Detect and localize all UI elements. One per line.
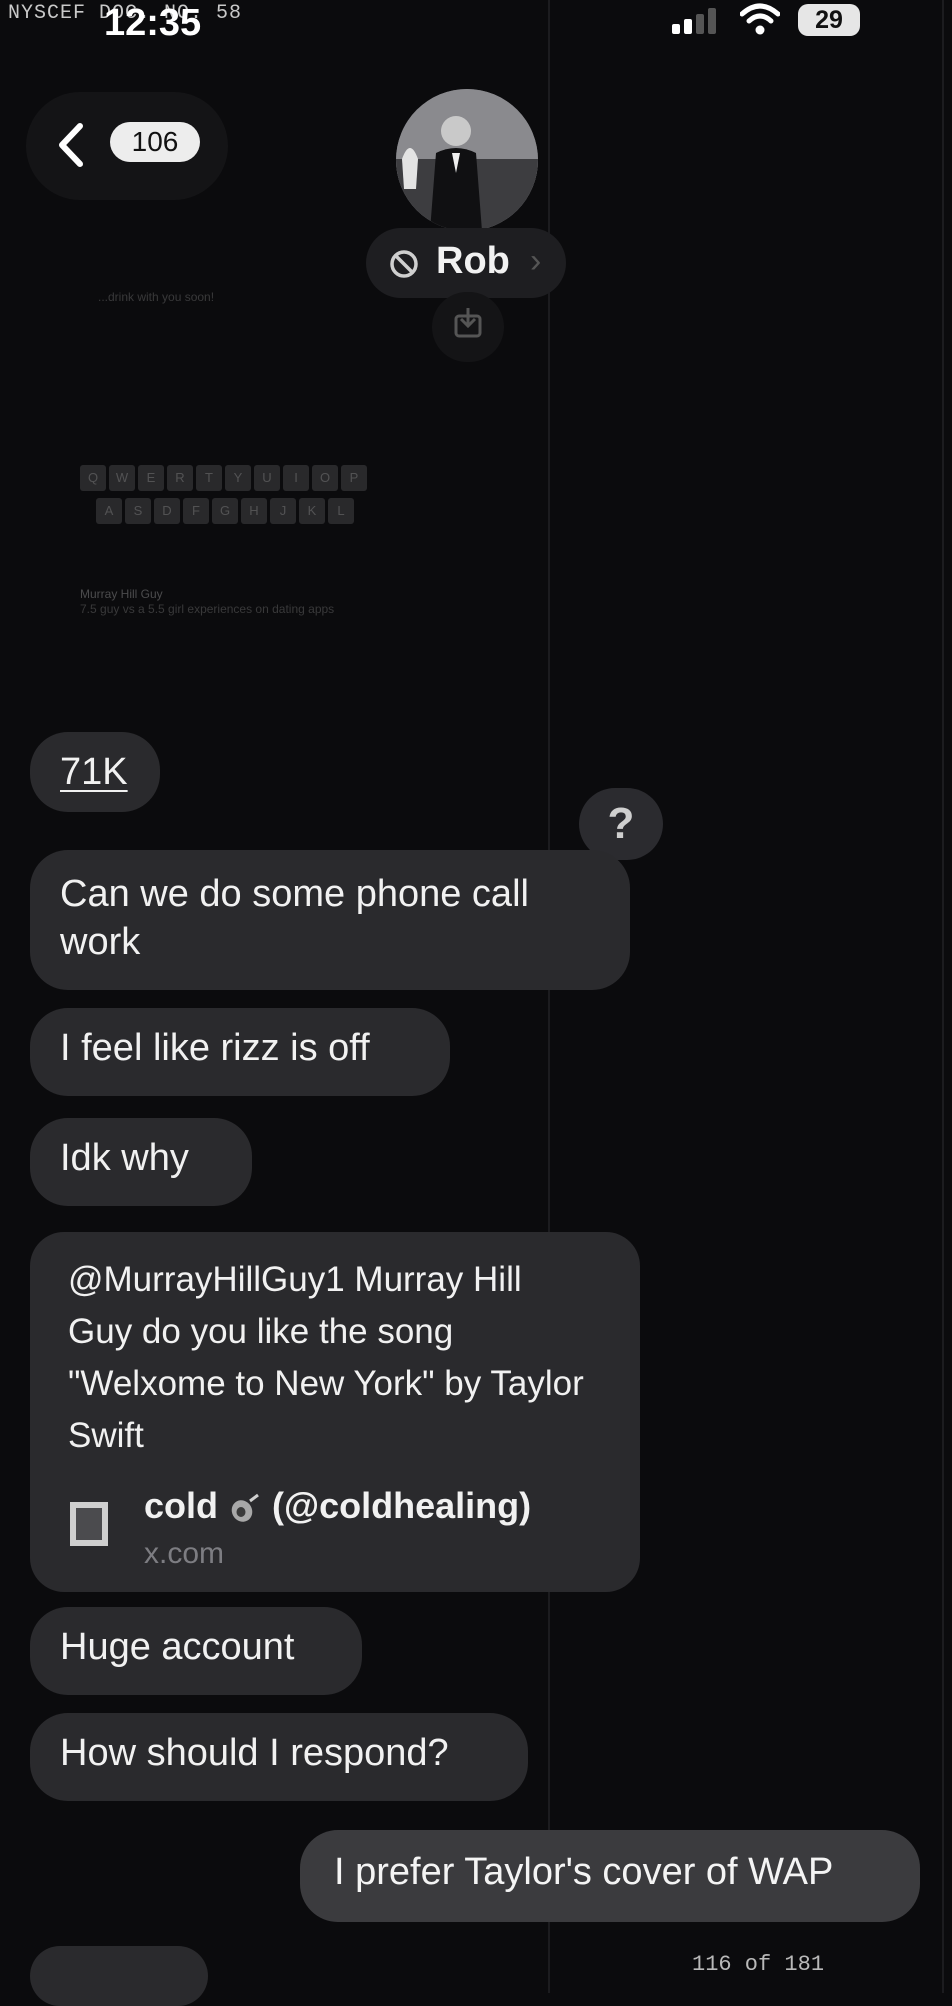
chevron-right-icon: › bbox=[530, 242, 542, 280]
unread-count-badge: 106 bbox=[110, 122, 200, 162]
chevron-left-icon bbox=[59, 123, 83, 167]
keyboard-key: L bbox=[328, 498, 354, 524]
preview-post-text: 7.5 guy vs a 5.5 girl experiences on dat… bbox=[80, 602, 335, 616]
contact-name: Rob bbox=[436, 240, 510, 282]
preview-post-author: Murray Hill Guy bbox=[80, 587, 163, 601]
message-bubble-incoming[interactable]: 71K bbox=[30, 732, 160, 812]
scan-stripe bbox=[942, 0, 944, 1993]
keyboard-key: J bbox=[270, 498, 296, 524]
preview-keyboard-row: Q W E R T Y U I O P bbox=[80, 465, 367, 491]
message-bubble-outgoing[interactable]: I prefer Taylor's cover of WAP bbox=[300, 1830, 920, 1922]
message-bubble-incoming[interactable]: How should I respond? bbox=[30, 1713, 528, 1801]
keyboard-key: W bbox=[109, 465, 135, 491]
status-bar: NYSCEF DOC. NO. 58 12:35 29 bbox=[0, 0, 952, 44]
status-time: 12:35 bbox=[104, 2, 202, 44]
message-bubble-partial[interactable] bbox=[30, 1946, 208, 2006]
message-bubble-incoming[interactable]: Idk why bbox=[30, 1118, 252, 1206]
keyboard-key: H bbox=[241, 498, 267, 524]
share-icon bbox=[454, 308, 482, 338]
keyboard-key: Q bbox=[80, 465, 106, 491]
battery-indicator: 29 bbox=[798, 4, 860, 36]
keyboard-key: A bbox=[96, 498, 122, 524]
keyboard-key: K bbox=[299, 498, 325, 524]
keyboard-key: T bbox=[196, 465, 222, 491]
link-thumbnail-icon bbox=[70, 1502, 108, 1546]
keyboard-key: O bbox=[312, 465, 338, 491]
keyboard-key: D bbox=[154, 498, 180, 524]
keyboard-key: Y bbox=[225, 465, 251, 491]
message-text: 71K bbox=[60, 751, 128, 793]
blocked-icon bbox=[390, 250, 418, 278]
message-text: Huge account bbox=[60, 1626, 295, 1668]
signal-icon bbox=[672, 8, 716, 34]
keyboard-key: S bbox=[125, 498, 151, 524]
message-text: I feel like rizz is off bbox=[60, 1027, 370, 1069]
link-author-name: cold bbox=[144, 1485, 219, 1526]
keyboard-key: R bbox=[167, 465, 193, 491]
link-author-handle: (@coldhealing) bbox=[272, 1485, 532, 1526]
message-text: I prefer Taylor's cover of WAP bbox=[334, 1851, 834, 1893]
link-title: cold (@coldhealing) bbox=[144, 1482, 531, 1530]
keyboard-key: P bbox=[341, 465, 367, 491]
message-bubble-incoming[interactable]: I feel like rizz is off bbox=[30, 1008, 450, 1096]
message-text: Idk why bbox=[60, 1137, 189, 1179]
message-bubble-incoming[interactable]: Can we do some phone call work bbox=[30, 850, 630, 990]
preview-text: ...drink with you soon! bbox=[98, 290, 215, 304]
link-preview[interactable]: cold (@coldhealing) x.com bbox=[30, 1482, 590, 1572]
page-stamp: 116 of 181 bbox=[692, 1952, 825, 1977]
keyboard-key: E bbox=[138, 465, 164, 491]
contact-avatar[interactable] bbox=[396, 89, 538, 231]
avocado-emoji-icon bbox=[231, 1494, 259, 1523]
message-bubble-link-preview[interactable]: @MurrayHillGuy1 Murray Hill Guy do you l… bbox=[30, 1232, 640, 1592]
scan-stripe bbox=[548, 0, 550, 1993]
contact-name-button[interactable]: Rob › bbox=[366, 228, 566, 298]
preview-keyboard-row: A S D F G H J K L bbox=[96, 498, 354, 524]
keyboard-key: U bbox=[254, 465, 280, 491]
link-domain: x.com bbox=[144, 1537, 225, 1570]
keyboard-key: F bbox=[183, 498, 209, 524]
avatar-photo bbox=[396, 89, 538, 231]
message-text: @MurrayHillGuy1 Murray Hill Guy do you l… bbox=[68, 1260, 584, 1455]
message-text: Can we do some phone call work bbox=[60, 873, 529, 963]
message-text: How should I respond? bbox=[60, 1732, 449, 1774]
message-bubble-incoming[interactable]: Huge account bbox=[30, 1607, 362, 1695]
share-screenshot-button[interactable] bbox=[432, 292, 504, 362]
keyboard-key: G bbox=[212, 498, 238, 524]
keyboard-key: I bbox=[283, 465, 309, 491]
wifi-icon bbox=[740, 3, 780, 35]
back-button[interactable]: 106 bbox=[26, 92, 228, 200]
